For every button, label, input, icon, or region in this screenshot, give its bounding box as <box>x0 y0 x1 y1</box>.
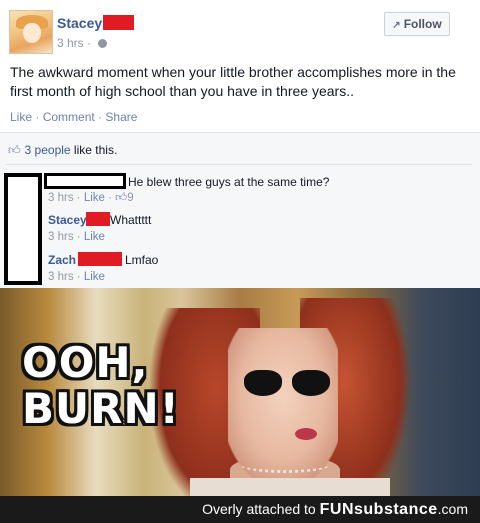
avatar-face <box>23 23 41 43</box>
meme-lips <box>295 428 317 440</box>
post-time[interactable]: 3 hrs <box>57 36 84 50</box>
comment-text: He blew three guys at the same time? <box>128 175 330 189</box>
meme-caption: OOH, BURN! <box>22 340 180 432</box>
rss-icon: ↗ <box>392 20 401 31</box>
sunglasses <box>244 370 332 398</box>
thumbs-up-icon: 👍︎ <box>115 192 128 204</box>
censor-block <box>4 173 42 285</box>
likes-suffix: like this. <box>70 143 118 157</box>
meme-shirt <box>190 478 390 496</box>
comment-like-link[interactable]: Like <box>84 271 105 283</box>
watermark-suffix: .com <box>437 501 468 517</box>
post-author-name[interactable]: Stacey <box>57 15 102 31</box>
comments-section: 👍︎ 3 people like this. He blew three guys… <box>0 132 480 289</box>
post-actions: Like · Comment · Share <box>10 110 137 124</box>
follow-button[interactable]: ↗ Follow <box>384 12 450 36</box>
comment-meta: 3 hrs · Like <box>48 231 105 243</box>
like-link[interactable]: Like <box>10 110 32 124</box>
comment-text: Lmfao <box>125 253 159 267</box>
likes-count[interactable]: 3 people <box>25 143 71 157</box>
redaction-bar <box>86 212 110 226</box>
comment-like-link[interactable]: Like <box>84 192 105 204</box>
comment-time[interactable]: 3 hrs <box>48 271 74 283</box>
facebook-post: Stacey 3 hrs · ↗ Follow The awkward momen… <box>0 0 480 289</box>
globe-icon <box>98 39 108 48</box>
comment-meta: 3 hrs · Like · 👍︎9 <box>48 192 134 204</box>
avatar[interactable] <box>9 10 53 54</box>
watermark-brand: FUNsubstance <box>319 501 438 518</box>
sunglasses-lens <box>292 370 330 396</box>
comment-meta: 3 hrs · Like <box>48 271 105 283</box>
follow-label: Follow <box>403 17 442 31</box>
comment-author[interactable]: Stacey <box>48 213 87 227</box>
meta-separator: · <box>87 36 92 50</box>
watermark-prefix: Overly attached to <box>202 501 320 517</box>
meme-caption-line2: BURN! <box>22 384 180 433</box>
post-text: The awkward moment when your little brot… <box>10 64 456 99</box>
comment-author[interactable]: Zach <box>48 253 76 267</box>
sunglasses-lens <box>244 370 282 396</box>
post-meta: 3 hrs · <box>57 36 108 50</box>
censor-box <box>44 173 126 189</box>
likes-summary: 👍︎ 3 people like this. <box>8 143 117 158</box>
watermark-text: Overly attached to FUNsubstance.com <box>202 501 468 519</box>
comment-like-count[interactable]: 9 <box>127 192 133 204</box>
redaction-bar <box>78 252 122 266</box>
meme-image: OOH, BURN! <box>0 288 480 496</box>
comment-text: Whattttt <box>110 213 152 227</box>
comment-like-link[interactable]: Like <box>84 231 105 243</box>
thumbs-up-icon: 👍︎ <box>8 143 21 157</box>
comment-time[interactable]: 3 hrs <box>48 192 74 204</box>
redaction-bar <box>103 15 134 30</box>
meme-necklace <box>240 456 330 473</box>
share-link[interactable]: Share <box>105 110 137 124</box>
watermark-bar: Overly attached to FUNsubstance.com <box>0 496 480 523</box>
comment-time[interactable]: 3 hrs <box>48 231 74 243</box>
meme-caption-line1: OOH, <box>22 338 149 387</box>
divider <box>6 164 472 165</box>
comment-link[interactable]: Comment <box>43 110 95 124</box>
actions-separator: · <box>35 110 43 124</box>
